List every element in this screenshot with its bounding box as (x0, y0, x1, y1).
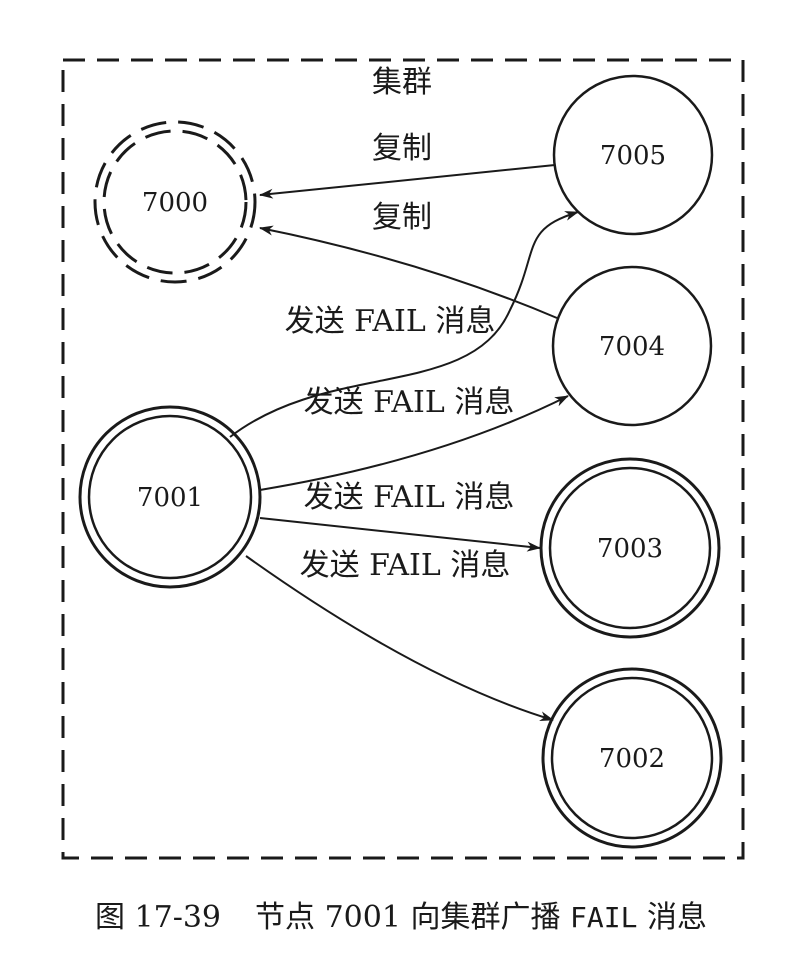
caption-code: FAIL (570, 901, 638, 934)
figure-number: 图 17-39 (95, 900, 222, 935)
node-label-7005: 7005 (600, 141, 666, 171)
caption-text-before: 节点 7001 向集群广播 (255, 900, 561, 935)
caption-text-after: 消息 (646, 900, 707, 935)
node-label-7003: 7003 (597, 534, 663, 564)
node-7003: 7003 (539, 457, 721, 639)
node-label-7000: 7000 (142, 188, 208, 218)
node-7002: 7002 (541, 667, 723, 849)
node-7000: 7000 (93, 120, 257, 284)
figure-caption: 图 17-39 节点 7001 向集群广播 FAIL 消息 (0, 892, 802, 936)
edge-label-7001-7003: 发送 FAIL 消息 (304, 480, 515, 515)
edge-7005-to-7000 (259, 164, 556, 199)
node-label-7004: 7004 (599, 332, 665, 362)
edge-label-7004-7000: 复制 (372, 200, 432, 235)
node-7005: 7005 (552, 74, 714, 236)
node-label-7001: 7001 (137, 483, 203, 513)
node-7004: 7004 (551, 265, 713, 427)
edge-label-7001-7005: 发送 FAIL 消息 (285, 304, 496, 339)
edge-label-7001-7002: 发送 FAIL 消息 (300, 548, 511, 583)
edge-label-7005-7000: 复制 (372, 131, 432, 166)
edge-label-7001-7004: 发送 FAIL 消息 (304, 385, 515, 420)
edge-7001-to-7003 (259, 517, 541, 552)
cluster-diagram: 集群 7000 7005 7004 7001 7003 7002 复制 复制 发… (61, 58, 745, 860)
cluster-label: 集群 (372, 65, 432, 100)
node-label-7002: 7002 (599, 744, 665, 774)
